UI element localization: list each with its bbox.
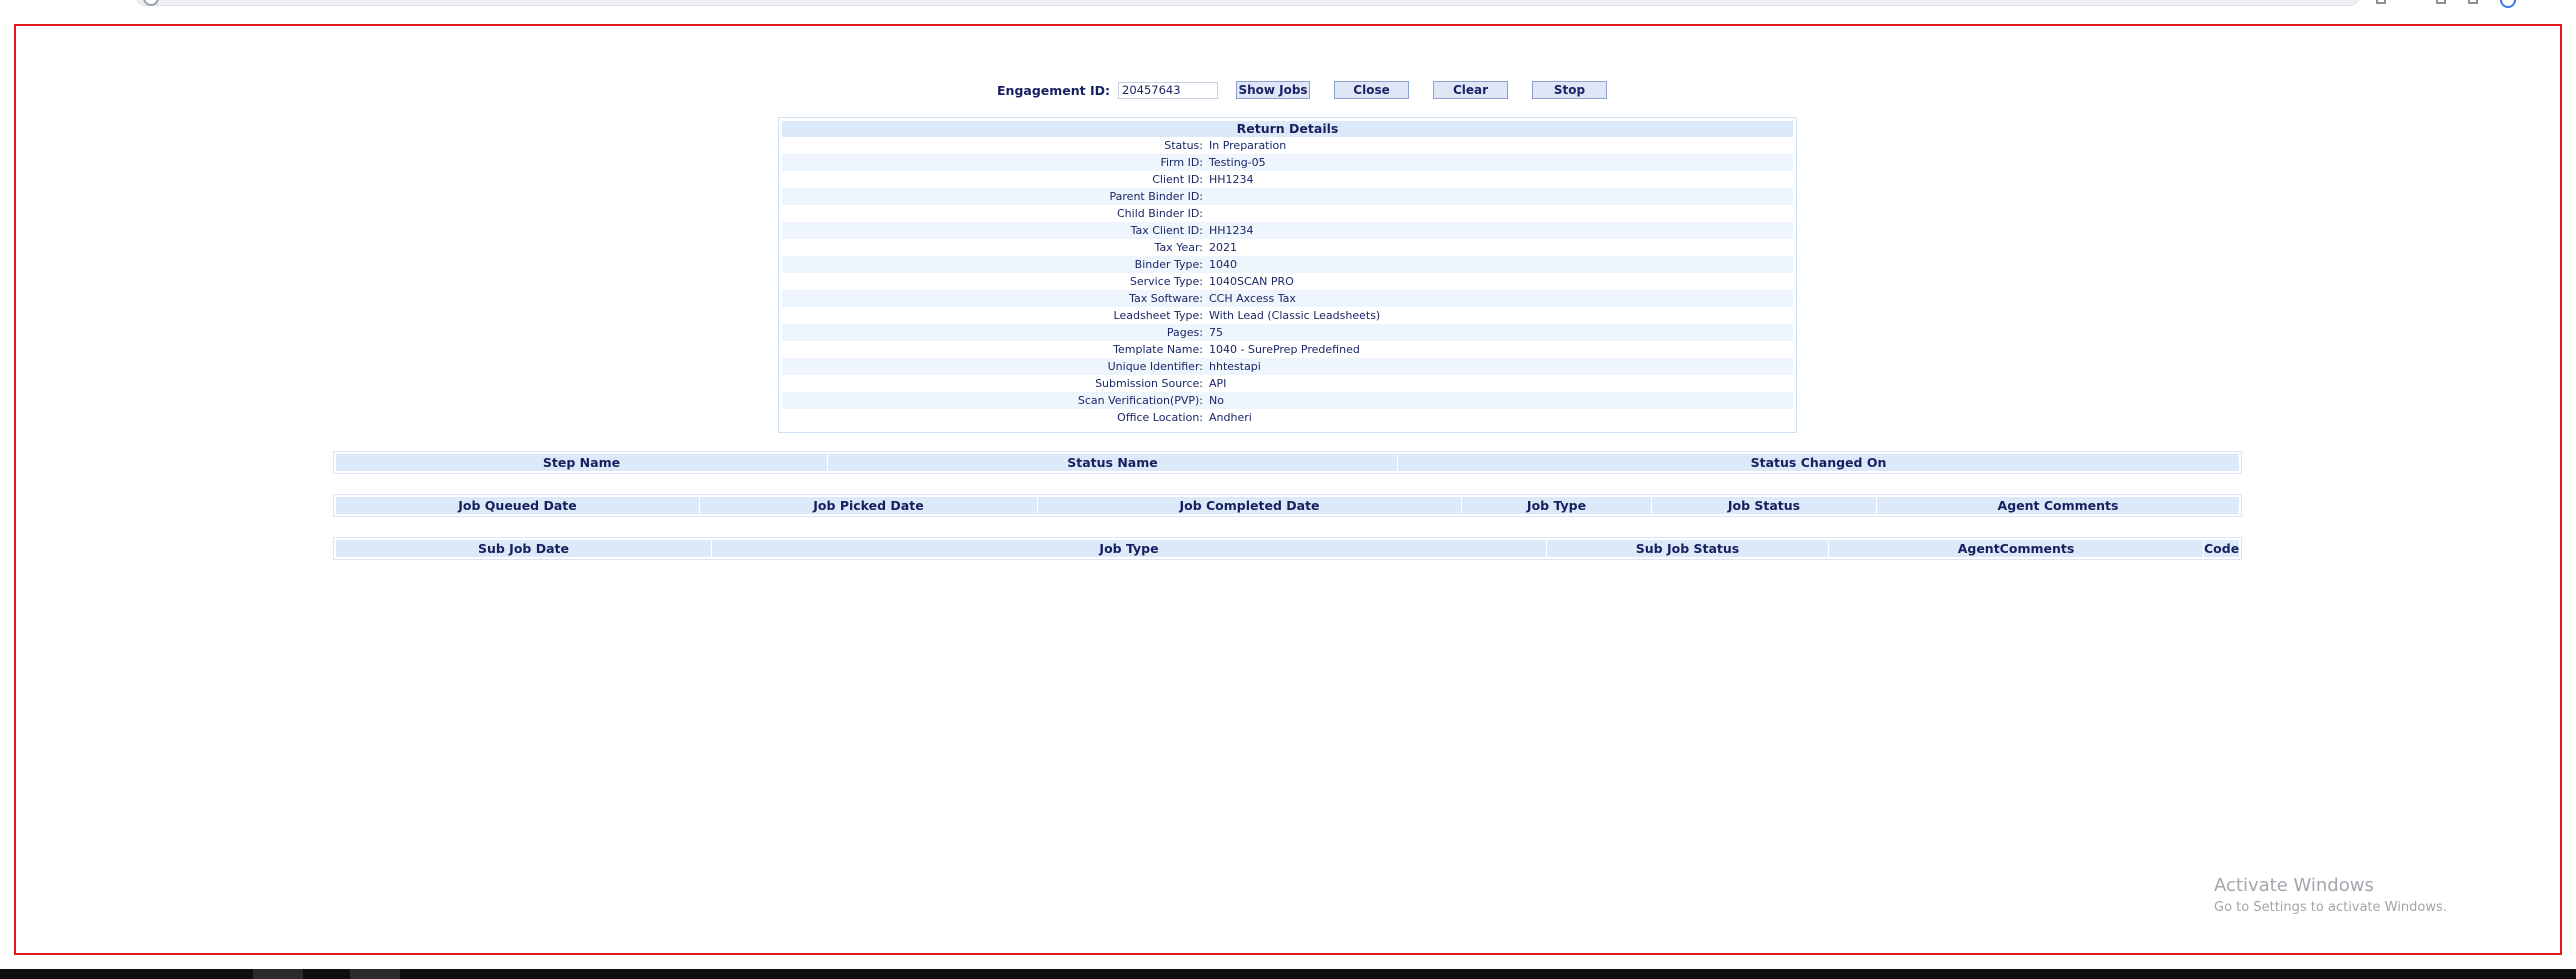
detail-row-parent-binder-id: Parent Binder ID: [782,188,1793,205]
profile-icon[interactable] [2500,0,2516,8]
detail-row-office-location: Office Location: Andheri [782,409,1793,426]
detail-row-service-type: Service Type: 1040SCAN PRO [782,273,1793,290]
detail-label: Tax Software: [1129,292,1203,305]
show-jobs-button[interactable]: Show Jobs [1236,81,1311,99]
engagement-id-input[interactable] [1118,81,1219,99]
clear-button[interactable]: Clear [1433,81,1509,99]
column-header[interactable]: Sub Job Date [336,540,712,557]
detail-value: CCH Axcess Tax [1209,292,1296,305]
watermark-title: Activate Windows [2214,875,2374,896]
subjobs-grid: Sub Job Date Job Type Sub Job Status Age… [333,537,2242,560]
detail-label: Scan Verification(PVP): [1077,394,1203,407]
detail-row-scan-verification: Scan Verification(PVP): No [782,392,1793,409]
detail-label: Pages: [1166,326,1203,339]
detail-value [1209,205,1793,222]
detail-row-child-binder-id: Child Binder ID: [782,205,1793,222]
detail-label: Firm ID: [1160,156,1203,169]
detail-value: HH1234 [1209,224,1254,237]
address-bar[interactable] [135,0,2360,6]
detail-row-client-id: Client ID: HH1234 [782,171,1793,188]
detail-value: HH1234 [1209,173,1254,186]
detail-row-unique-identifier: Unique Identifier: hhtestapi [782,358,1793,375]
detail-row-template-name: Template Name: 1040 - SurePrep Predefine… [782,341,1793,358]
column-header[interactable]: Job Type [1462,497,1652,514]
detail-row-tax-software: Tax Software: CCH Axcess Tax [782,290,1793,307]
detail-value: API [1209,377,1227,390]
column-header[interactable]: Job Completed Date [1038,497,1462,514]
close-button[interactable]: Close [1334,81,1410,99]
column-header[interactable]: Job Status [1652,497,1877,514]
detail-value: Andheri [1209,411,1252,424]
detail-label: Parent Binder ID: [1109,190,1203,203]
engagement-bar: Engagement ID: Show Jobs Close Clear Sto… [997,80,1608,100]
detail-label: Child Binder ID: [1116,207,1203,220]
detail-label: Office Location: [1117,411,1203,424]
detail-row-firm-id: Firm ID: Testing-05 [782,154,1793,171]
activate-windows-watermark: Activate Windows Go to Settings to activ… [2214,875,2447,915]
detail-value: 1040 [1209,258,1237,271]
detail-row-submission-source: Submission Source: API [782,375,1793,392]
return-details-title: Return Details [782,121,1793,137]
column-header[interactable]: Job Type [712,540,1547,557]
detail-row-binder-type: Binder Type: 1040 [782,256,1793,273]
detail-value: 1040 - SurePrep Predefined [1209,343,1360,356]
download-icon[interactable] [2436,0,2446,4]
detail-row-leadsheet-type: Leadsheet Type: With Lead (Classic Leads… [782,307,1793,324]
column-header[interactable]: Agent Comments [1877,497,2239,514]
detail-value: 2021 [1209,241,1237,254]
detail-value: Testing-05 [1209,156,1266,169]
column-header[interactable]: AgentComments [1829,540,2204,557]
detail-label: Status: [1164,139,1203,152]
detail-label: Submission Source: [1095,377,1203,390]
jobs-grid: Job Queued Date Job Picked Date Job Comp… [333,494,2242,517]
column-header[interactable]: Code [2204,540,2239,557]
taskbar-app-icon[interactable] [350,969,400,979]
detail-value: hhtestapi [1209,360,1261,373]
detail-row-tax-year: Tax Year: 2021 [782,239,1793,256]
column-header[interactable]: Status Name [828,454,1398,471]
detail-label: Binder Type: [1134,258,1203,271]
detail-label: Template Name: [1113,343,1203,356]
detail-row-status: Status: In Preparation [782,137,1793,154]
column-header[interactable]: Job Queued Date [336,497,700,514]
browser-toolbar [0,0,2576,12]
detail-value [1209,188,1793,205]
detail-value: No [1209,394,1224,407]
engagement-id-label: Engagement ID: [997,82,1111,98]
detail-label: Client ID: [1152,173,1203,186]
detail-label: Leadsheet Type: [1113,309,1203,322]
taskbar-app-icon[interactable] [253,969,303,979]
detail-value: In Preparation [1209,139,1287,152]
detail-value: With Lead (Classic Leadsheets) [1209,309,1381,322]
detail-row-tax-client-id: Tax Client ID: HH1234 [782,222,1793,239]
watermark-subtitle: Go to Settings to activate Windows. [2214,900,2447,915]
detail-label: Unique Identifier: [1107,360,1203,373]
return-details-panel: Return Details Status: In Preparation Fi… [778,117,1797,433]
steps-grid: Step Name Status Name Status Changed On [333,451,2242,474]
column-header[interactable]: Step Name [336,454,828,471]
column-header[interactable]: Job Picked Date [700,497,1038,514]
column-header[interactable]: Status Changed On [1398,454,2239,471]
extension-icon[interactable] [2376,0,2386,4]
column-header[interactable]: Sub Job Status [1547,540,1829,557]
detail-value: 75 [1209,326,1223,339]
stop-button[interactable]: Stop [1532,81,1608,99]
detail-row-pages: Pages: 75 [782,324,1793,341]
detail-label: Tax Client ID: [1130,224,1203,237]
sidebar-icon[interactable] [2468,0,2478,4]
detail-value: 1040SCAN PRO [1209,275,1294,288]
detail-label: Service Type: [1129,275,1203,288]
detail-label: Tax Year: [1154,241,1203,254]
